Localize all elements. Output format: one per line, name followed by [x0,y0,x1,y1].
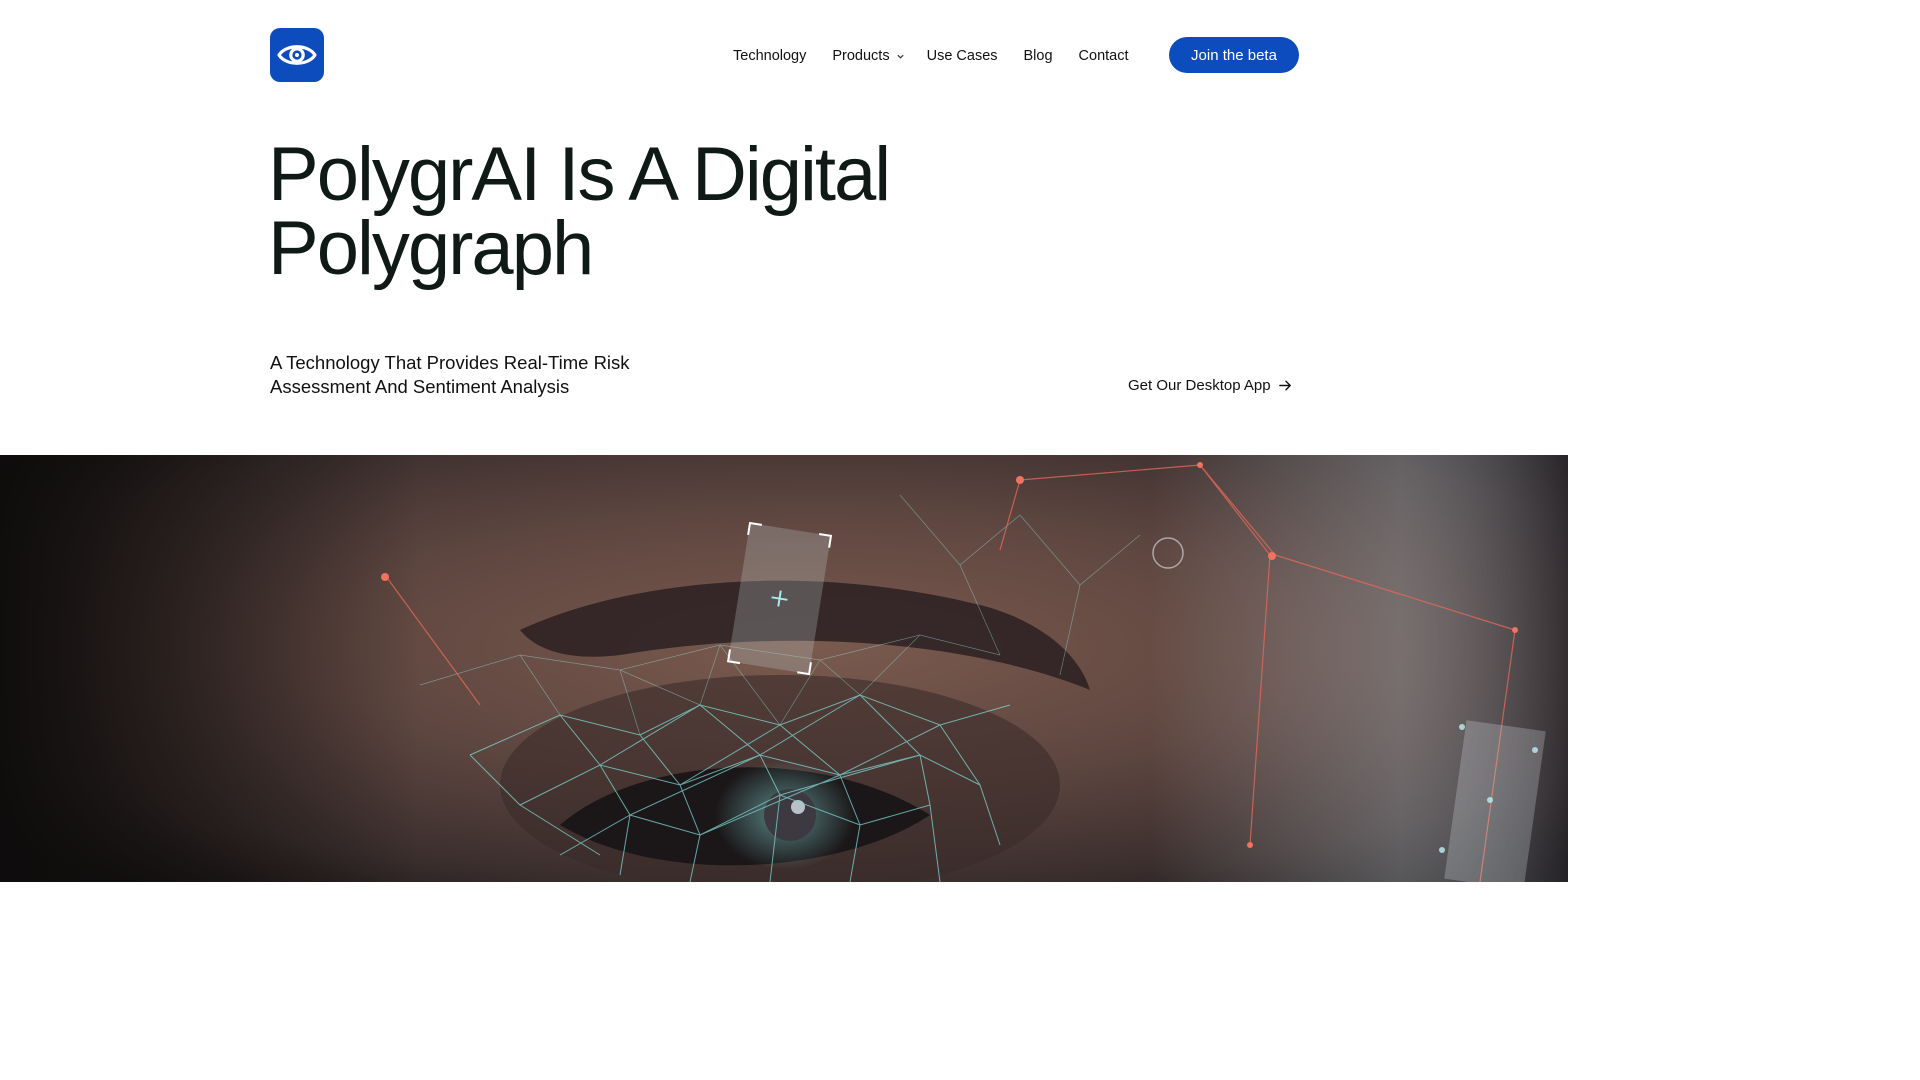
hero-title-line-1: PolygrAI Is A Digital [268,132,891,217]
arrow-right-icon [1278,380,1291,391]
nav-item-products-label[interactable]: Products [832,48,889,64]
eye-mesh-illustration [0,455,1568,882]
logo[interactable] [270,28,324,82]
get-desktop-app-link[interactable]: Get Our Desktop App [1128,377,1293,394]
nav-item-blog[interactable]: Blog [1024,48,1053,64]
join-beta-button[interactable]: Join the beta [1169,37,1299,73]
hero-subtitle: A Technology That Provides Real-Time Ris… [270,351,670,399]
hero-title: PolygrAI Is A Digital Polygraph [268,132,891,291]
chevron-down-icon [896,54,904,59]
hero-image [0,455,1568,882]
hero-title-line-2: Polygraph [268,206,594,291]
desktop-link-label: Get Our Desktop App [1128,377,1271,394]
nav-item-use-cases[interactable]: Use Cases [927,48,998,64]
landing-page: Technology Products Use Cases Blog Conta… [0,0,1568,882]
hero-subtitle-line-1: A Technology That Provides Real-Time Ris… [270,352,630,373]
hero-subtitle-line-2: Assessment And Sentiment Analysis [270,376,570,397]
nav-item-contact[interactable]: Contact [1079,48,1129,64]
main-nav: Technology Products Use Cases Blog Conta… [733,46,1129,66]
nav-item-products[interactable]: Products [832,48,904,64]
nav-item-technology[interactable]: Technology [733,48,806,64]
eye-icon [277,45,317,65]
